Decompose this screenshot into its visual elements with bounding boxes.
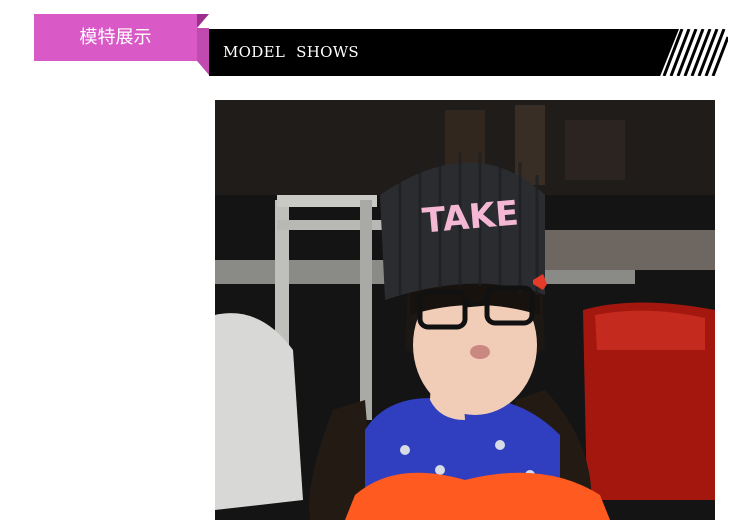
model-photo: TAKE bbox=[215, 100, 715, 520]
section-title: MODEL SHOWS bbox=[223, 43, 360, 61]
section-tab-label: 模特展示 bbox=[34, 14, 197, 61]
hat-lettering: TAKE bbox=[421, 193, 521, 241]
tab-fold-corner bbox=[197, 14, 209, 28]
tab-fold-shade bbox=[197, 28, 209, 75]
model-photo-illustration: TAKE bbox=[215, 100, 715, 520]
decorative-stripes-icon bbox=[662, 29, 728, 76]
